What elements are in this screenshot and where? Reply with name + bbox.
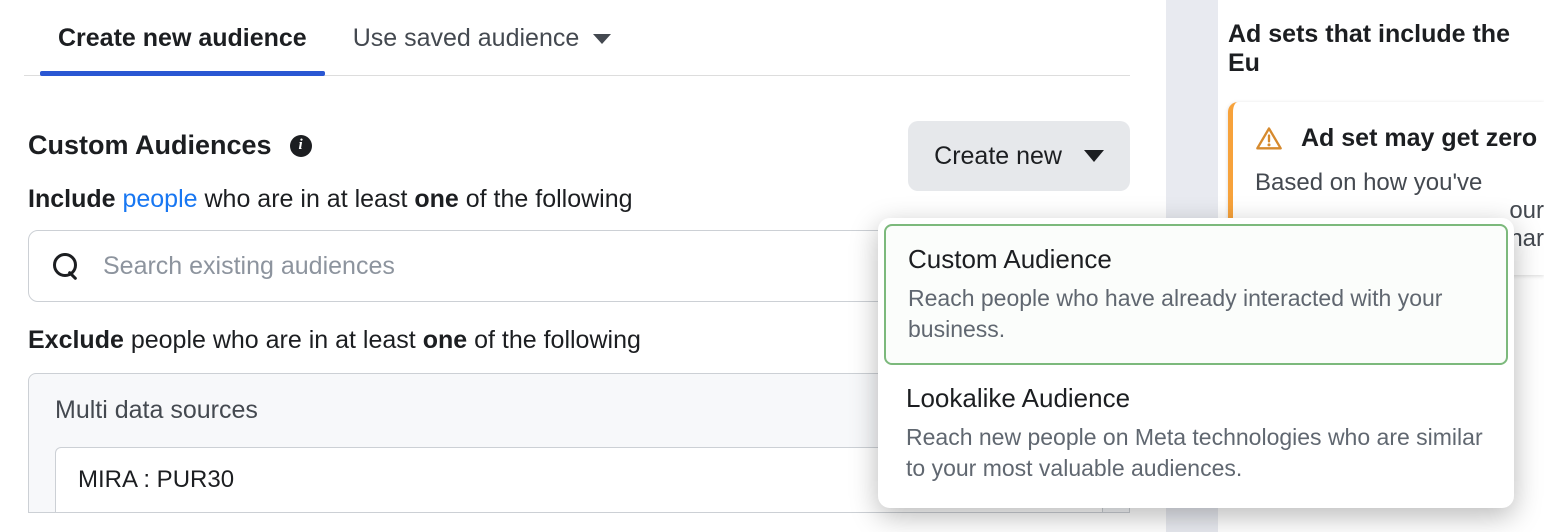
- include-mid: who are in at least: [205, 185, 408, 213]
- custom-audiences-title: Custom Audiences: [28, 130, 272, 161]
- caret-down-icon: [593, 34, 611, 44]
- include-suffix: of the following: [466, 185, 633, 213]
- exclude-mid: people who are in at least: [131, 326, 416, 354]
- audience-tabs: Create new audience Use saved audience: [24, 0, 1130, 76]
- create-new-dropdown: Custom Audience Reach people who have al…: [878, 218, 1514, 508]
- dropdown-item-desc: Reach new people on Meta technologies wh…: [906, 422, 1486, 484]
- exclude-bold: one: [423, 326, 467, 354]
- tab-create-new-audience[interactable]: Create new audience: [58, 10, 307, 75]
- dropdown-item-title: Lookalike Audience: [906, 383, 1486, 414]
- warning-triangle-icon: [1255, 125, 1283, 153]
- tab-saved-label: Use saved audience: [353, 24, 580, 53]
- tab-use-saved-audience[interactable]: Use saved audience: [353, 10, 612, 75]
- exclude-prefix: Exclude: [28, 326, 124, 354]
- search-icon: [53, 253, 79, 279]
- caret-down-icon: [1084, 150, 1104, 162]
- info-icon[interactable]: i: [290, 135, 312, 157]
- include-people-link[interactable]: people: [122, 185, 197, 213]
- include-prefix: Include: [28, 185, 116, 213]
- dropdown-item-lookalike-audience[interactable]: Lookalike Audience Reach new people on M…: [884, 365, 1508, 502]
- dropdown-item-title: Custom Audience: [908, 244, 1484, 275]
- create-new-label: Create new: [934, 142, 1062, 171]
- dropdown-item-custom-audience[interactable]: Custom Audience Reach people who have al…: [884, 224, 1508, 365]
- exclude-chip-label: MIRA : PUR30: [78, 466, 234, 493]
- create-new-button[interactable]: Create new: [908, 121, 1130, 191]
- exclude-suffix: of the following: [474, 326, 641, 354]
- include-bold: one: [414, 185, 458, 213]
- warning-body-line: Based on how you've: [1255, 169, 1544, 197]
- warning-title: Ad set may get zero: [1301, 124, 1537, 153]
- dropdown-item-desc: Reach people who have already interacted…: [908, 283, 1484, 345]
- right-header: Ad sets that include the Eu: [1206, 0, 1544, 102]
